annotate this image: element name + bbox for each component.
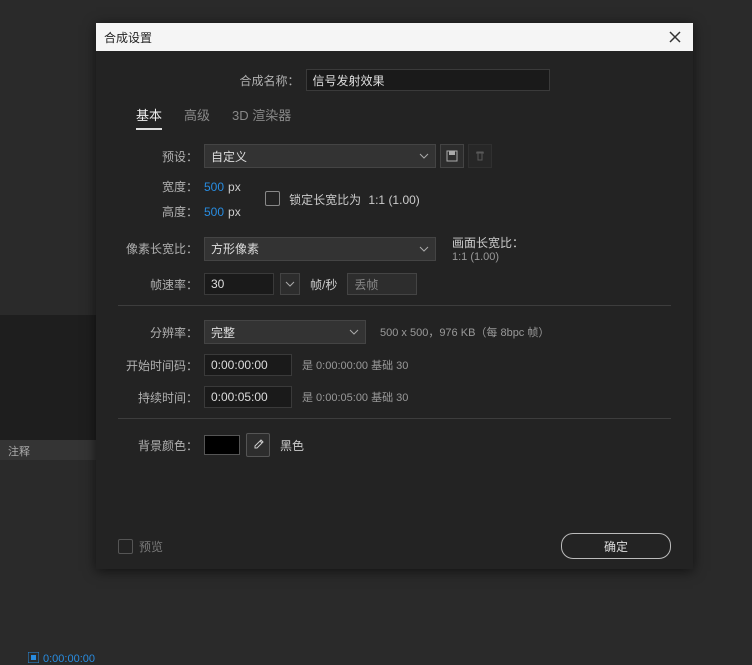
lock-aspect-ratio: 1:1 (1.00) <box>368 193 419 207</box>
fps-input[interactable] <box>204 273 274 295</box>
height-unit: px <box>228 205 241 219</box>
resolution-info: 500 x 500，976 KB（每 8bpc 帧） <box>380 324 549 340</box>
width-label: 宽度： <box>118 178 204 195</box>
preset-delete-button <box>468 144 492 168</box>
fps-unit: 帧/秒 <box>310 276 337 293</box>
dialog-titlebar: 合成设置 <box>96 23 693 51</box>
comp-name-label: 合成名称： <box>239 72 305 89</box>
eyedropper-icon <box>252 439 264 451</box>
chevron-down-icon <box>285 281 295 287</box>
chevron-down-icon <box>349 329 359 335</box>
preset-select[interactable]: 自定义 <box>204 144 436 168</box>
tab-advanced[interactable]: 高级 <box>184 105 210 130</box>
timeline-panel-bg: 0:00:00:00 <box>0 315 96 455</box>
save-icon <box>446 150 458 162</box>
composition-settings-dialog: 合成设置 合成名称： 基本 高级 3D 渲染器 预设： 自定义 <box>96 23 693 569</box>
fps-label: 帧速率： <box>118 276 204 293</box>
duration-info: 是 0:00:05:00 基础 30 <box>302 389 408 405</box>
preview-checkbox[interactable] <box>118 539 133 554</box>
trash-icon <box>474 150 486 162</box>
dialog-title: 合成设置 <box>104 29 152 46</box>
duration-input[interactable] <box>204 386 292 408</box>
par-label: 像素长宽比： <box>118 240 204 257</box>
timeline-timecode[interactable]: 0:00:00:00 <box>28 652 95 665</box>
close-button[interactable] <box>665 27 685 47</box>
duration-label: 持续时间： <box>118 389 204 406</box>
comp-name-input[interactable] <box>306 69 550 91</box>
resolution-label: 分辨率： <box>118 324 204 341</box>
width-unit: px <box>228 180 241 194</box>
width-value[interactable]: 500 <box>204 180 224 194</box>
start-timecode-input[interactable] <box>204 354 292 376</box>
timecode-icon <box>28 652 39 663</box>
frame-aspect-label: 画面长宽比： <box>452 234 524 251</box>
tab-basic[interactable]: 基本 <box>136 105 162 130</box>
chevron-down-icon <box>419 246 429 252</box>
height-label: 高度： <box>118 203 204 220</box>
divider <box>118 305 671 306</box>
bg-color-swatch[interactable] <box>204 435 240 455</box>
divider <box>118 418 671 419</box>
preview-label: 预览 <box>139 538 163 555</box>
tab-3d-renderer[interactable]: 3D 渲染器 <box>232 105 291 130</box>
bg-color-label: 背景颜色： <box>118 437 204 454</box>
bg-color-name: 黑色 <box>280 437 304 454</box>
eyedropper-button[interactable] <box>246 433 270 457</box>
start-timecode-label: 开始时间码： <box>118 357 204 374</box>
lock-aspect-label: 锁定长宽比为 <box>289 193 361 207</box>
preset-label: 预设： <box>118 148 204 165</box>
drop-select: 丢帧 <box>347 273 417 295</box>
fps-dropdown[interactable] <box>280 273 300 295</box>
height-value[interactable]: 500 <box>204 205 224 219</box>
chevron-down-icon <box>419 153 429 159</box>
frame-aspect-value: 1:1 (1.00) <box>452 251 524 263</box>
ok-button[interactable]: 确定 <box>561 533 671 559</box>
lock-aspect-checkbox[interactable] <box>265 191 280 206</box>
preset-save-button[interactable] <box>440 144 464 168</box>
tabs: 基本 高级 3D 渲染器 <box>136 105 671 130</box>
start-timecode-info: 是 0:00:00:00 基础 30 <box>302 357 408 373</box>
par-select[interactable]: 方形像素 <box>204 237 436 261</box>
close-icon <box>669 31 681 43</box>
notes-label: 注释 <box>8 443 30 459</box>
resolution-select[interactable]: 完整 <box>204 320 366 344</box>
